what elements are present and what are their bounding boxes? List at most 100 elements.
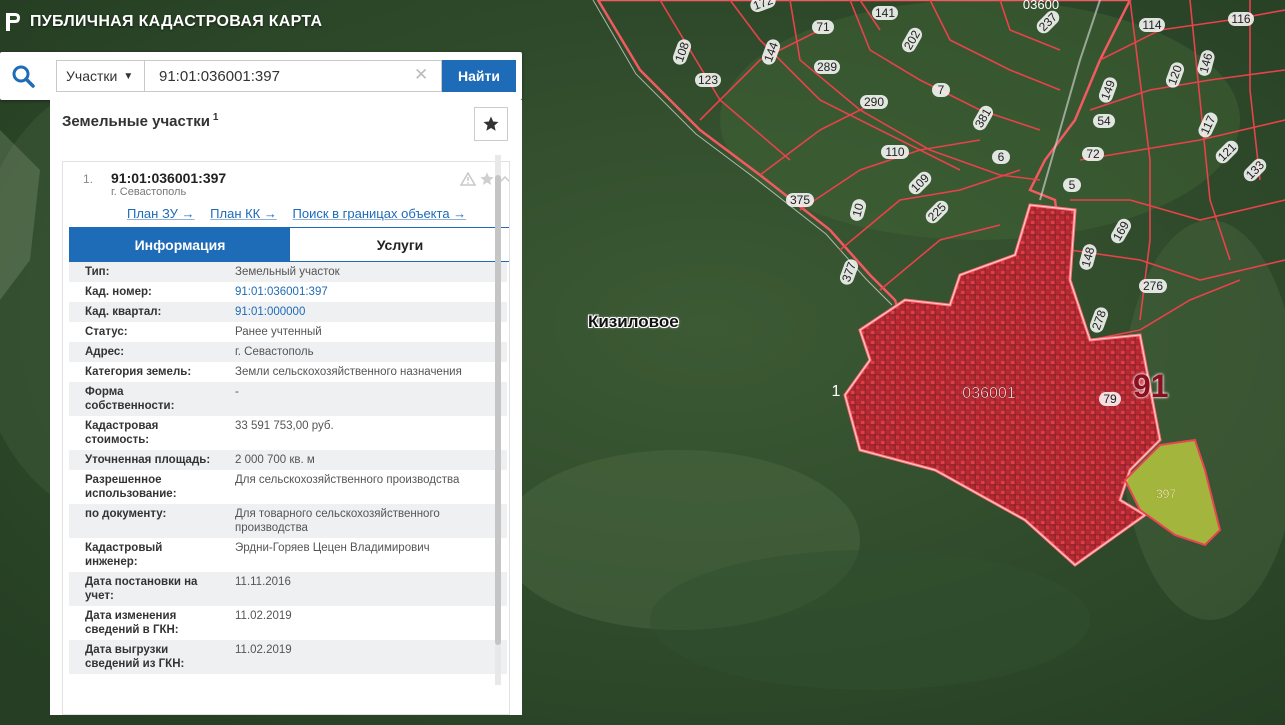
result-cadastral-number[interactable]: 91:01:036001:397 bbox=[111, 170, 226, 186]
svg-text:110: 110 bbox=[885, 145, 904, 159]
parcel-label: 5 bbox=[1063, 178, 1081, 192]
svg-text:54: 54 bbox=[1097, 114, 1111, 128]
info-value: Ранее учтенный bbox=[235, 326, 322, 338]
svg-text:71: 71 bbox=[816, 20, 830, 34]
info-key: Дата постановки на учет: bbox=[85, 576, 198, 602]
info-value: 2 000 700 кв. м bbox=[235, 454, 315, 466]
info-value: 11.11.2016 bbox=[235, 576, 291, 588]
parcel-label: 6 bbox=[992, 150, 1010, 164]
svg-text:289: 289 bbox=[817, 60, 837, 74]
result-actions bbox=[460, 171, 509, 187]
info-table: Тип: Земельный участок Кад. номер: 91:01:0… bbox=[69, 262, 507, 674]
svg-text:7: 7 bbox=[938, 83, 945, 97]
link-plan-kk[interactable]: План КК → bbox=[210, 206, 277, 221]
info-row: Дата выгрузки сведений из ГКН: 11.02.2019 bbox=[69, 640, 507, 674]
tab-services[interactable]: Услуги bbox=[290, 228, 509, 261]
info-value: 11.02.2019 bbox=[235, 644, 292, 656]
svg-text:114: 114 bbox=[1142, 18, 1161, 32]
search-icon[interactable] bbox=[10, 63, 38, 89]
logo-icon bbox=[6, 13, 20, 31]
parcel-label: 276 bbox=[1139, 279, 1167, 293]
app-title: ПУБЛИЧНАЯ КАДАСТРОВАЯ КАРТА bbox=[30, 13, 323, 30]
info-value-link[interactable]: 91:01:000000 bbox=[219, 302, 507, 322]
info-key: Дата выгрузки сведений из ГКН: bbox=[85, 644, 185, 670]
search-input[interactable]: 91:01:036001:397 bbox=[144, 60, 442, 92]
parcel-label: 1 bbox=[832, 383, 841, 400]
parcel-label: 110 bbox=[881, 145, 909, 159]
info-key: Разрешенное использование: bbox=[85, 474, 177, 500]
search-type-select[interactable]: Участки ▼ bbox=[56, 60, 144, 92]
favorite-button[interactable] bbox=[474, 107, 508, 141]
info-row: Статус: Ранее учтенный bbox=[69, 322, 507, 342]
result-city: г. Севастополь bbox=[111, 186, 187, 198]
parcel-label: 141 bbox=[872, 6, 898, 20]
info-row: Кад. номер: 91:01:036001:397 bbox=[69, 282, 507, 302]
svg-text:5: 5 bbox=[1069, 178, 1076, 192]
search-bar: Участки ▼ 91:01:036001:397 ✕ Найти bbox=[0, 52, 522, 100]
info-key: Кад. номер: bbox=[85, 286, 152, 298]
svg-text:72: 72 bbox=[1086, 147, 1100, 161]
parcel-label: 123 bbox=[695, 73, 721, 87]
info-key: Статус: bbox=[85, 326, 128, 338]
panel-heading: Земельные участки 1 bbox=[62, 112, 218, 130]
result-links: План ЗУ → План КК → Поиск в границах объ… bbox=[127, 206, 478, 221]
result-index: 1. bbox=[83, 172, 94, 186]
info-row: Дата изменения сведений в ГКН: 11.02.2019 bbox=[69, 606, 507, 640]
result-card: 1. 91:01:036001:397 г. Севастополь План … bbox=[62, 161, 510, 715]
search-button[interactable]: Найти bbox=[442, 60, 516, 92]
info-row: Кадастровая стоимость: 33 591 753,00 руб. bbox=[69, 416, 507, 450]
chevron-down-icon: ▼ bbox=[123, 70, 134, 82]
parcel-label: 7 bbox=[932, 83, 950, 97]
info-key: Форма собственности: bbox=[85, 386, 175, 412]
app-header: ПУБЛИЧНАЯ КАДАСТРОВАЯ КАРТА bbox=[0, 8, 322, 36]
info-key: Уточненная площадь: bbox=[85, 454, 211, 466]
parcel-label: 114 bbox=[1139, 18, 1165, 32]
svg-text:375: 375 bbox=[790, 193, 810, 207]
link-search-in-bounds[interactable]: Поиск в границах объекта → bbox=[293, 206, 467, 221]
info-value: Для товарного сельскохозяйственного прои… bbox=[235, 508, 440, 534]
region-label: 91 bbox=[1133, 368, 1169, 404]
results-panel: Земельные участки 1 1. 91:01:036001:397 г… bbox=[50, 100, 522, 715]
selected-parcel-label: 397 bbox=[1156, 487, 1176, 501]
scrollbar-thumb[interactable] bbox=[495, 175, 501, 645]
info-row: Разрешенное использование: Для сельскохоз… bbox=[69, 470, 507, 504]
info-row: по документу: Для товарного сельскохозяйс… bbox=[69, 504, 507, 538]
panel-scrollbar[interactable] bbox=[495, 155, 501, 685]
info-row: Кадастровый инженер: Эрдни-Горяев Цецен В… bbox=[69, 538, 507, 572]
link-plan-zu[interactable]: План ЗУ → bbox=[127, 206, 195, 221]
star-icon[interactable] bbox=[479, 171, 495, 187]
svg-text:276: 276 bbox=[1143, 279, 1163, 293]
info-value: Для сельскохозяйственного производства bbox=[235, 474, 460, 486]
tab-info[interactable]: Информация bbox=[70, 228, 290, 261]
info-row: Адрес: г. Севастополь bbox=[69, 342, 507, 362]
svg-text:6: 6 bbox=[998, 150, 1005, 164]
parcel-label: 72 bbox=[1082, 147, 1104, 161]
info-value: - bbox=[235, 386, 239, 398]
svg-text:1: 1 bbox=[832, 383, 841, 400]
clear-icon[interactable]: ✕ bbox=[414, 65, 428, 85]
info-row: Форма собственности: - bbox=[69, 382, 507, 416]
svg-text:79: 79 bbox=[1103, 392, 1117, 406]
panel-heading-count: 1 bbox=[212, 112, 219, 123]
parcel-label: 71 bbox=[812, 20, 834, 34]
svg-text:141: 141 bbox=[875, 6, 895, 20]
info-key: Тип: bbox=[85, 266, 110, 278]
info-value-link[interactable]: 91:01:036001:397 bbox=[219, 282, 507, 302]
info-key: Кадастровая стоимость: bbox=[85, 420, 159, 446]
info-value: г. Севастополь bbox=[235, 346, 314, 358]
block-label: 036001 bbox=[962, 385, 1015, 402]
info-key: Категория земель: bbox=[85, 366, 192, 378]
svg-text:123: 123 bbox=[698, 73, 718, 87]
info-value: Земельный участок bbox=[235, 266, 340, 278]
info-row: Тип: Земельный участок bbox=[69, 262, 507, 282]
panel-heading-text: Земельные участки bbox=[62, 113, 210, 130]
svg-text:03600: 03600 bbox=[1023, 0, 1059, 12]
info-row: Уточненная площадь: 2 000 700 кв. м bbox=[69, 450, 507, 470]
parcel-label: 290 bbox=[860, 95, 888, 109]
result-tabs: Информация Услуги bbox=[69, 227, 509, 262]
parcel-label: 79 bbox=[1099, 392, 1121, 406]
info-row: Кад. квартал: 91:01:000000 bbox=[69, 302, 507, 322]
info-value: 33 591 753,00 руб. bbox=[235, 420, 334, 432]
info-value: Эрдни-Горяев Цецен Владимирович bbox=[235, 542, 430, 554]
warning-icon[interactable] bbox=[460, 172, 476, 186]
